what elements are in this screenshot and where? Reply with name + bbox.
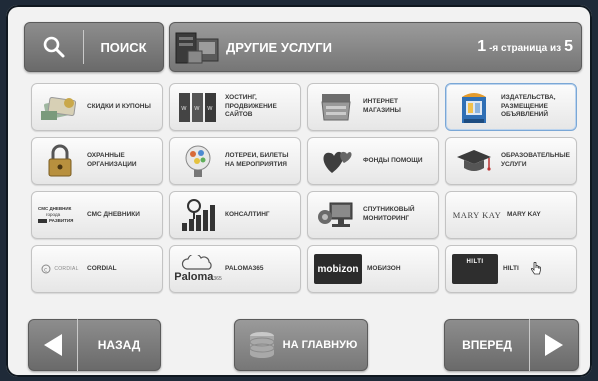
service-tile-paloma[interactable]: Paloma 365 PALOMA365 — [169, 245, 301, 293]
tile-label: CORDIAL — [87, 264, 117, 272]
service-tile-mobizon[interactable]: mobizon МОБИЗОН — [307, 245, 439, 293]
search-button[interactable]: ПОИСК — [24, 22, 164, 72]
service-tile-coupons[interactable]: СКИДКИ И КУПОНЫ — [31, 83, 163, 131]
mary-kay-logo: MARY KAY — [452, 197, 502, 233]
services-grid: СКИДКИ И КУПОНЫ www ХОСТИНГ, ПРОДВИЖЕНИЕ… — [31, 83, 577, 293]
tile-label: МОБИЗОН — [367, 264, 401, 272]
graduation-cap-icon — [452, 143, 496, 179]
tile-label: MARY KAY — [507, 210, 541, 218]
arrow-right-icon — [529, 319, 578, 371]
logo-text: MARY KAY — [452, 210, 502, 220]
search-label: ПОИСК — [100, 39, 147, 55]
home-label: НА ГЛАВНУЮ — [282, 339, 358, 351]
service-tile-security[interactable]: ОХРАННЫЕ ОРГАНИЗАЦИИ — [31, 137, 163, 185]
svg-text:w: w — [207, 104, 213, 112]
mobizon-logo: mobizon — [314, 254, 362, 284]
service-tile-satellite[interactable]: СПУТНИКОВЫЙ МОНИТОРИНГ — [307, 191, 439, 239]
page-number: 1 — [477, 38, 487, 55]
logo-row: Paloma 365 — [174, 271, 221, 283]
logo-text: HILTI — [466, 259, 484, 265]
cordial-logo: c CORDIAL — [38, 251, 82, 287]
service-tile-education[interactable]: ОБРАЗОВАТЕЛЬНЫЕ УСЛУГИ — [445, 137, 577, 185]
logo-bar — [38, 219, 47, 224]
category-header: ДРУГИЕ УСЛУГИ 1 -я страница из 5 — [169, 22, 582, 72]
service-tile-sms-diaries[interactable]: СМС ДНЕВНИК города РАЗВИТИЯ СМС ДНЕВНИКИ — [31, 191, 163, 239]
service-tile-consulting[interactable]: КОНСАЛТИНГ — [169, 191, 301, 239]
cloud-icon — [181, 255, 212, 270]
charity-hearts-icon — [314, 143, 358, 179]
consulting-chart-icon — [176, 197, 220, 233]
page-suffix: -я страница из — [489, 43, 562, 54]
page-title: ДРУГИЕ УСЛУГИ — [226, 39, 332, 55]
tile-label: СПУТНИКОВЫЙ МОНИТОРИНГ — [363, 206, 415, 222]
service-tile-mary-kay[interactable]: MARY KAY MARY KAY — [445, 191, 577, 239]
service-tile-hosting[interactable]: www ХОСТИНГ, ПРОДВИЖЕНИЕ САЙТОВ — [169, 83, 301, 131]
tile-label: ЛОТЕРЕИ, БИЛЕТЫ НА МЕРОПРИЯТИЯ — [225, 152, 289, 168]
other-services-icon — [170, 22, 226, 72]
servers-icon: www — [176, 89, 220, 125]
tile-label: ХОСТИНГ, ПРОДВИЖЕНИЕ САЙТОВ — [225, 93, 277, 119]
tile-label: ФОНДЫ ПОМОЩИ — [363, 156, 423, 164]
sms-diary-logo: СМС ДНЕВНИК города РАЗВИТИЯ — [38, 197, 82, 233]
service-tile-online-shops[interactable]: ИНТЕРНЕТ МАГАЗИНЫ — [307, 83, 439, 131]
home-database-icon — [249, 332, 275, 358]
service-tile-cordial[interactable]: c CORDIAL CORDIAL — [31, 245, 163, 293]
svg-text:c: c — [44, 267, 47, 274]
tile-label: СМС ДНЕВНИКИ — [87, 210, 140, 218]
lock-icon — [38, 143, 82, 179]
tile-label: HILTI — [503, 264, 519, 272]
tile-label: PALOMA365 — [225, 264, 264, 272]
svg-text:w: w — [194, 104, 200, 112]
logo-text: Paloma — [174, 271, 214, 283]
paloma-logo: Paloma 365 — [174, 251, 222, 287]
back-button[interactable]: НАЗАД — [28, 319, 161, 371]
next-label: ВПЕРЕД — [462, 338, 512, 352]
service-tile-hilti[interactable]: HILTI HILTI — [445, 245, 577, 293]
service-tile-lottery[interactable]: ЛОТЕРЕИ, БИЛЕТЫ НА МЕРОПРИЯТИЯ — [169, 137, 301, 185]
satellite-monitoring-icon — [314, 197, 358, 233]
logo-row: РАЗВИТИЯ — [38, 218, 73, 224]
logo-sub: 365 — [213, 276, 222, 282]
tile-label: СКИДКИ И КУПОНЫ — [87, 102, 151, 110]
service-tile-charity[interactable]: ФОНДЫ ПОМОЩИ — [307, 137, 439, 185]
logo-text: CORDIAL — [54, 266, 79, 272]
hand-pointer-icon — [530, 262, 541, 275]
search-icon — [25, 30, 84, 64]
logo-text: РАЗВИТИЯ — [49, 218, 74, 224]
shop-icon — [314, 89, 358, 125]
tile-label: ОХРАННЫЕ ОРГАНИЗАЦИИ — [87, 152, 137, 168]
page-total: 5 — [564, 38, 573, 55]
newspaper-kiosk-icon — [452, 89, 496, 125]
hilti-logo: HILTI — [452, 254, 498, 284]
tile-label: ИЗДАТЕЛЬСТВА, РАЗМЕЩЕНИЕ ОБЪЯВЛЕНИЙ — [501, 93, 556, 119]
tile-label: КОНСАЛТИНГ — [225, 210, 270, 218]
lottery-icon — [176, 143, 220, 179]
tile-label: ИНТЕРНЕТ МАГАЗИНЫ — [363, 98, 401, 114]
logo-text: mobizon — [317, 263, 359, 275]
svg-text:w: w — [181, 104, 187, 112]
kiosk-screen: ПОИСК ДРУГИЕ УСЛУГИ 1 -я страница из 5 С… — [6, 5, 592, 377]
home-button[interactable]: НА ГЛАВНУЮ — [234, 319, 368, 371]
coupons-icon — [38, 89, 82, 125]
back-label: НАЗАД — [97, 338, 141, 352]
next-button[interactable]: ВПЕРЕД — [444, 319, 579, 371]
service-tile-publishing[interactable]: ИЗДАТЕЛЬСТВА, РАЗМЕЩЕНИЕ ОБЪЯВЛЕНИЙ — [445, 83, 577, 131]
tile-label: ОБРАЗОВАТЕЛЬНЫЕ УСЛУГИ — [501, 152, 570, 168]
arrow-left-icon — [29, 319, 78, 371]
page-indicator: 1 -я страница из 5 — [477, 38, 581, 56]
